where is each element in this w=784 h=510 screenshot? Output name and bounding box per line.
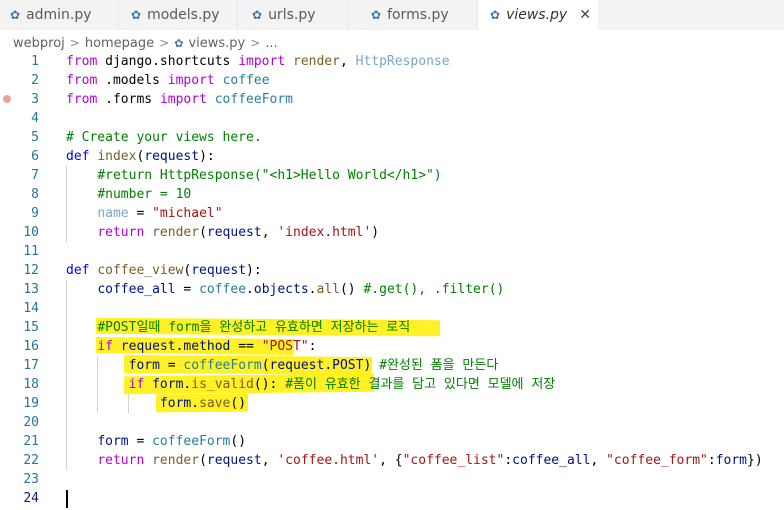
code-text: from .models import coffee	[66, 73, 270, 88]
tab-models-py[interactable]: ✿ models.py	[119, 0, 237, 30]
line-number: 24	[23, 491, 39, 506]
line-number: 11	[23, 244, 39, 259]
tab-views-py[interactable]: ✿ views.py ✕	[478, 0, 598, 30]
tab-urls-py[interactable]: ✿ urls.py	[238, 0, 348, 30]
code-line[interactable]: 19 form.save()	[0, 394, 784, 413]
tab-label: forms.py	[387, 7, 449, 23]
line-number: 7	[31, 168, 39, 183]
code-line[interactable]: 8 #number = 10	[0, 185, 784, 204]
code-line[interactable]: 6 def index(request):	[0, 147, 784, 166]
code-line[interactable]: 22 return render(request, 'coffee.html',…	[0, 451, 784, 470]
line-number: 17	[23, 358, 39, 373]
line-number: 19	[23, 396, 39, 411]
chevron-right-icon: >	[69, 36, 80, 50]
line-number: 3	[31, 92, 39, 107]
code-line[interactable]: 9 name = "michael"	[0, 204, 784, 223]
line-number: 4	[31, 111, 39, 126]
chevron-right-icon: >	[250, 36, 261, 50]
line-number: 12	[23, 263, 39, 278]
code-line[interactable]: 17 form = coffeeForm(request.POST) #완성된 …	[0, 356, 784, 375]
line-number: 20	[23, 415, 39, 430]
chevron-right-icon: >	[159, 36, 170, 50]
code-text: form = coffeeForm()	[97, 434, 247, 449]
code-text: from django.shortcuts import render, Htt…	[66, 54, 450, 69]
code-line[interactable]: 3 from .forms import coffeeForm	[0, 90, 784, 109]
code-text: def coffee_view(request):	[66, 263, 262, 278]
line-number: 5	[31, 130, 39, 145]
line-number: 6	[31, 149, 39, 164]
code-line[interactable]: 13 coffee_all = coffee.objects.all() #.g…	[0, 280, 784, 299]
python-file-icon: ✿	[252, 8, 263, 22]
code-text: # Create your views here.	[66, 130, 262, 145]
line-number: 13	[23, 282, 39, 297]
python-file-icon: ✿	[174, 36, 184, 50]
tab-forms-py[interactable]: ✿ forms.py	[349, 0, 477, 30]
code-line[interactable]: 7 #return HttpResponse("<h1>Hello World<…	[0, 166, 784, 185]
line-number: 2	[31, 73, 39, 88]
code-line[interactable]: 15 #POST일때 form을 완성하고 유효하면 저장하는 로직	[0, 318, 784, 337]
code-text: coffee_all = coffee.objects.all() #.get(…	[97, 282, 505, 297]
breadcrumb-folder-webproj[interactable]: webproj	[13, 36, 65, 51]
breadcrumb-folder-homepage[interactable]: homepage	[85, 36, 154, 51]
line-number: 23	[23, 472, 39, 487]
line-number: 8	[31, 187, 39, 202]
code-line[interactable]: 16 if request.method == "POST":	[0, 337, 784, 356]
code-text: form.save()	[159, 396, 247, 411]
line-number: 10	[23, 225, 39, 240]
line-number: 22	[23, 453, 39, 468]
close-icon[interactable]: ✕	[579, 7, 591, 23]
line-number: 21	[23, 434, 39, 449]
tab-label: urls.py	[268, 7, 316, 23]
tab-label: views.py	[506, 7, 568, 23]
breadcrumb-file-views-py[interactable]: views.py	[188, 36, 245, 51]
line-number: 18	[23, 377, 39, 392]
breadcrumb-symbol[interactable]: ...	[265, 36, 277, 51]
tab-admin-py[interactable]: ✿ admin.py	[0, 0, 118, 30]
code-text: if request.method == "POST":	[97, 339, 317, 354]
python-file-icon: ✿	[490, 8, 501, 22]
code-line[interactable]: 2 from .models import coffee	[0, 71, 784, 90]
python-file-icon: ✿	[10, 8, 21, 22]
code-text: #number = 10	[97, 187, 192, 202]
line-number: 16	[23, 339, 39, 354]
tab-bar: ✿ admin.py ✿ models.py ✿ urls.py ✿ forms…	[0, 0, 784, 30]
code-line[interactable]: 18 if form.is_valid(): #폼이 유효한 결과를 담고 있다…	[0, 375, 784, 394]
code-line[interactable]: 14	[0, 299, 784, 318]
code-text: def index(request):	[66, 149, 215, 164]
python-file-icon: ✿	[371, 8, 382, 22]
code-line[interactable]: 4	[0, 109, 784, 128]
python-file-icon: ✿	[131, 8, 142, 22]
code-text: return render(request, 'index.html')	[97, 225, 380, 240]
code-text: #return HttpResponse("<h1>Hello World</h…	[97, 168, 442, 183]
code-line[interactable]: 12 def coffee_view(request):	[0, 261, 784, 280]
code-line[interactable]: 5 # Create your views here.	[0, 128, 784, 147]
code-text: from .forms import coffeeForm	[66, 92, 294, 107]
code-line[interactable]: 10 return render(request, 'index.html')	[0, 223, 784, 242]
code-text: if form.is_valid(): #폼이 유효한 결과를 담고 있다면 모…	[128, 377, 556, 392]
code-line[interactable]: 23	[0, 470, 784, 489]
line-number: 9	[31, 206, 39, 221]
code-text: form = coffeeForm(request.POST) #완성된 폼을 …	[128, 358, 499, 373]
code-text: #POST일때 form을 완성하고 유효하면 저장하는 로직	[97, 320, 411, 335]
code-text: return render(request, 'coffee.html', {"…	[97, 453, 763, 468]
code-text: name = "michael"	[97, 206, 223, 221]
code-line[interactable]: 11	[0, 242, 784, 261]
code-line[interactable]: 21 form = coffeeForm()	[0, 432, 784, 451]
tab-label: admin.py	[26, 7, 92, 23]
code-editor[interactable]: 1 from django.shortcuts import render, Ht…	[0, 52, 784, 510]
line-number: 14	[23, 301, 39, 316]
text-cursor	[66, 490, 68, 508]
code-line[interactable]: 20	[0, 413, 784, 432]
code-line[interactable]: 24	[0, 489, 784, 508]
tab-label: models.py	[147, 7, 220, 23]
line-number: 15	[23, 320, 39, 335]
code-line[interactable]: 1 from django.shortcuts import render, Ht…	[0, 52, 784, 71]
line-number: 1	[31, 54, 39, 69]
breadcrumb: webproj > homepage > ✿ views.py > ...	[13, 33, 278, 53]
